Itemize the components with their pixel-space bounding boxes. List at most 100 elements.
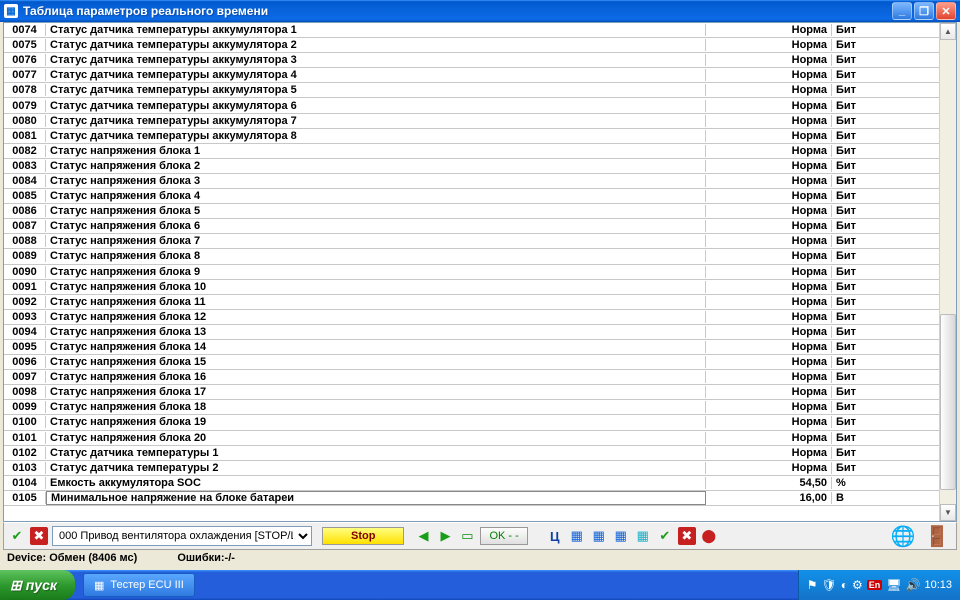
grid-blue-3-icon[interactable]: ▦ <box>612 527 630 545</box>
table-row[interactable]: 0103Статус датчика температуры 2НормаБит <box>4 461 939 476</box>
system-tray[interactable]: ⚑ 🛡 ◐ ⚙ En 🖥 🔊 10:13 <box>798 570 960 600</box>
scroll-thumb[interactable] <box>940 314 956 490</box>
exit-icon[interactable]: 🚪 <box>922 523 952 549</box>
table-row[interactable]: 0087Статус напряжения блока 6НормаБит <box>4 219 939 234</box>
table-row[interactable]: 0075Статус датчика температуры аккумулят… <box>4 38 939 53</box>
cell-unit: Бит <box>832 281 939 293</box>
table-row[interactable]: 0078Статус датчика температуры аккумулят… <box>4 83 939 98</box>
close-button[interactable]: ✕ <box>936 2 956 20</box>
lang-indicator[interactable]: En <box>867 580 883 590</box>
cell-id: 0075 <box>4 39 46 51</box>
cell-value: Норма <box>706 326 832 338</box>
table-row[interactable]: 0076Статус датчика температуры аккумулят… <box>4 53 939 68</box>
cell-unit: Бит <box>832 447 939 459</box>
table-row[interactable]: 0086Статус напряжения блока 5НормаБит <box>4 204 939 219</box>
pause-icon[interactable]: Ц <box>546 527 564 545</box>
cell-unit: Бит <box>832 462 939 474</box>
table-row[interactable]: 0098Статус напряжения блока 17НормаБит <box>4 385 939 400</box>
cell-id: 0082 <box>4 145 46 157</box>
next-green-icon[interactable]: ▶ <box>436 527 454 545</box>
table-row[interactable]: 0102Статус датчика температуры 1НормаБит <box>4 446 939 461</box>
start-button[interactable]: ⊞ пуск <box>0 570 75 600</box>
cell-unit: Бит <box>832 39 939 51</box>
table-row[interactable]: 0099Статус напряжения блока 18НормаБит <box>4 400 939 415</box>
grid-blue-2-icon[interactable]: ▦ <box>590 527 608 545</box>
table-row[interactable]: 0100Статус напряжения блока 19НормаБит <box>4 415 939 430</box>
cell-name: Статус напряжения блока 5 <box>46 205 706 217</box>
volume-icon[interactable]: 🔊 <box>906 578 921 592</box>
cell-value: Норма <box>706 69 832 81</box>
table-row[interactable]: 0105Минимальное напряжение на блоке бата… <box>4 491 939 506</box>
table-row[interactable]: 0094Статус напряжения блока 13НормаБит <box>4 325 939 340</box>
table-row[interactable]: 0091Статус напряжения блока 10НормаБит <box>4 280 939 295</box>
scroll-up-button[interactable]: ▲ <box>940 23 956 40</box>
scrollbar[interactable]: ▲ ▼ <box>939 23 956 521</box>
cell-name: Статус напряжения блока 7 <box>46 235 706 247</box>
prev-green-icon[interactable]: ◀ <box>414 527 432 545</box>
table-row[interactable]: 0092Статус напряжения блока 11НормаБит <box>4 295 939 310</box>
maximize-button[interactable]: ❐ <box>914 2 934 20</box>
monitor-icon[interactable]: ▭ <box>458 527 476 545</box>
cell-name: Статус напряжения блока 17 <box>46 386 706 398</box>
cell-id: 0074 <box>4 24 46 36</box>
table-row[interactable]: 0084Статус напряжения блока 3НормаБит <box>4 174 939 189</box>
scroll-track[interactable] <box>940 40 956 504</box>
cell-name: Статус датчика температуры аккумулятора … <box>46 54 706 66</box>
minimize-button[interactable]: _ <box>892 2 912 20</box>
cell-id: 0099 <box>4 401 46 413</box>
table-row[interactable]: 0074Статус датчика температуры аккумулят… <box>4 23 939 38</box>
table-row[interactable]: 0095Статус напряжения блока 14НормаБит <box>4 340 939 355</box>
table-row[interactable]: 0101Статус напряжения блока 20НормаБит <box>4 431 939 446</box>
cell-id: 0088 <box>4 235 46 247</box>
table-row[interactable]: 0083Статус напряжения блока 2НормаБит <box>4 159 939 174</box>
cell-name: Статус напряжения блока 3 <box>46 175 706 187</box>
table-row[interactable]: 0088Статус напряжения блока 7НормаБит <box>4 234 939 249</box>
table-row[interactable]: 0104Емкость аккумулятора SOC54,50% <box>4 476 939 491</box>
cell-unit: Бит <box>832 386 939 398</box>
actuator-select[interactable]: 000 Привод вентилятора охлаждения [STOP/… <box>52 526 312 546</box>
grid-cyan-icon[interactable]: ▦ <box>634 527 652 545</box>
clock[interactable]: 10:13 <box>924 579 952 591</box>
table-row[interactable]: 0093Статус напряжения блока 12НормаБит <box>4 310 939 325</box>
tray-icon[interactable]: ◐ <box>841 578 848 592</box>
cell-name: Статус датчика температуры 1 <box>46 447 706 459</box>
x-red-icon[interactable]: ✖ <box>30 527 48 545</box>
x-red-2-icon[interactable]: ✖ <box>678 527 696 545</box>
ok-button[interactable]: OK - - <box>480 527 527 545</box>
cell-unit: Бит <box>832 24 939 36</box>
tray-icon[interactable]: 🖥 <box>886 578 901 592</box>
tray-icon[interactable]: ⚑ <box>807 578 818 592</box>
cell-value: Норма <box>706 205 832 217</box>
check-green-icon[interactable]: ✔ <box>8 527 26 545</box>
cell-id: 0102 <box>4 447 46 459</box>
record-icon[interactable]: ⬤ <box>700 527 718 545</box>
table-row[interactable]: 0080Статус датчика температуры аккумулят… <box>4 114 939 129</box>
cell-name: Статус датчика температуры аккумулятора … <box>46 130 706 142</box>
cell-id: 0083 <box>4 160 46 172</box>
grid-blue-1-icon[interactable]: ▦ <box>568 527 586 545</box>
globe-icon[interactable]: 🌐 <box>888 523 918 549</box>
check-green-2-icon[interactable]: ✔ <box>656 527 674 545</box>
tray-icon[interactable]: 🛡 <box>822 578 837 592</box>
tray-icon[interactable]: ⚙ <box>852 578 863 592</box>
cell-value: Норма <box>706 462 832 474</box>
cell-unit: Бит <box>832 220 939 232</box>
table-row[interactable]: 0090Статус напряжения блока 9НормаБит <box>4 265 939 280</box>
cell-name: Статус напряжения блока 8 <box>46 250 706 262</box>
table-row[interactable]: 0097Статус напряжения блока 16НормаБит <box>4 370 939 385</box>
scroll-down-button[interactable]: ▼ <box>940 504 956 521</box>
cell-value: Норма <box>706 416 832 428</box>
table-row[interactable]: 0096Статус напряжения блока 15НормаБит <box>4 355 939 370</box>
stop-button[interactable]: Stop <box>322 527 404 545</box>
cell-id: 0089 <box>4 250 46 262</box>
start-icon: ⊞ <box>10 577 22 594</box>
table-row[interactable]: 0085Статус напряжения блока 4НормаБит <box>4 189 939 204</box>
table-row[interactable]: 0077Статус датчика температуры аккумулят… <box>4 68 939 83</box>
table-row[interactable]: 0082Статус напряжения блока 1НормаБит <box>4 144 939 159</box>
taskbar-item[interactable]: ▦ Тестер ECU III <box>83 573 195 597</box>
table-row[interactable]: 0089Статус напряжения блока 8НормаБит <box>4 249 939 264</box>
table-row[interactable]: 0081Статус датчика температуры аккумулят… <box>4 129 939 144</box>
cell-id: 0079 <box>4 100 46 112</box>
cell-value: Норма <box>706 39 832 51</box>
table-row[interactable]: 0079Статус датчика температуры аккумулят… <box>4 98 939 113</box>
